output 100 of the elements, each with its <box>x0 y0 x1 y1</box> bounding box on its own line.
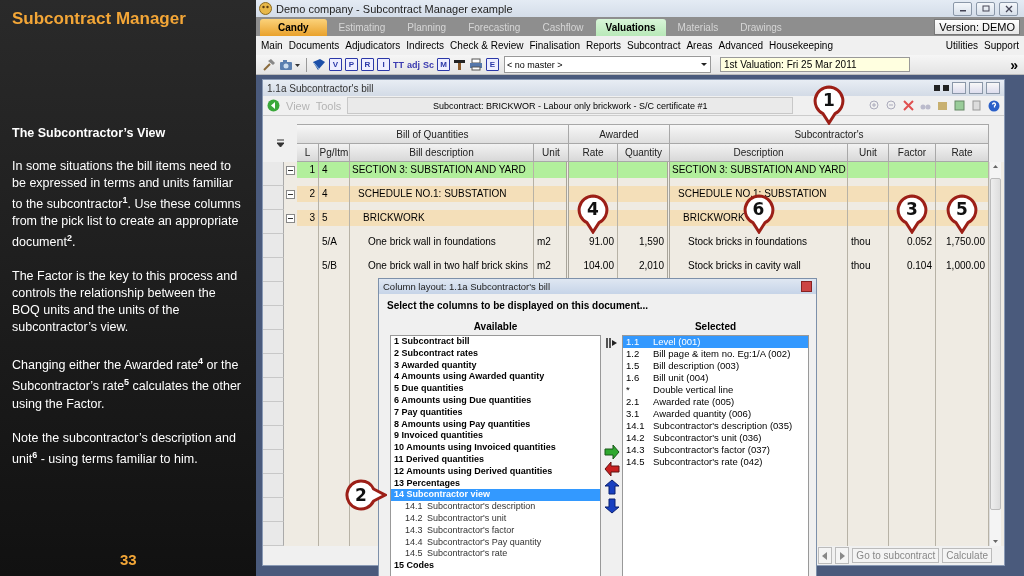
list-item[interactable]: 1.2 Bill page & item no. Eg:1/A (002) <box>623 348 808 360</box>
list-item[interactable]: 14.4 Subcontractor's Pay quantity <box>391 536 600 549</box>
maximize-button[interactable] <box>969 82 983 94</box>
menu-item[interactable]: Utilities <box>942 40 981 51</box>
list-item[interactable]: 12 Amounts using Derived quantities <box>391 465 600 478</box>
toolbar-button[interactable]: E <box>486 58 500 71</box>
column-header[interactable]: Rate <box>936 143 989 162</box>
list-item[interactable]: 8 Amounts using Pay quantities <box>391 418 600 431</box>
list-item[interactable]: 5 Due quantities <box>391 383 600 395</box>
next-button[interactable] <box>835 547 850 564</box>
toolbar-button[interactable]: R <box>361 58 374 71</box>
menu-item[interactable]: Check & Review <box>447 40 527 51</box>
column-header[interactable]: L <box>297 143 319 162</box>
menu-item[interactable]: Support <box>980 40 1022 51</box>
version-button[interactable]: Version: DEMO <box>934 19 1020 35</box>
list-item[interactable]: 10 Amounts using Invoiced quantities <box>391 442 600 454</box>
zoom-in-icon[interactable] <box>869 100 880 111</box>
menu-item[interactable]: Finalisation <box>526 40 584 51</box>
list-item[interactable]: 14.1 Subcontractor's description <box>391 501 600 513</box>
grid-icon[interactable] <box>954 100 965 111</box>
toolbar-button[interactable]: M <box>437 58 451 71</box>
menu-item[interactable]: Reports <box>583 40 625 51</box>
row-header[interactable] <box>263 498 284 522</box>
menu-item[interactable]: Advanced <box>715 40 767 51</box>
list-item[interactable]: 4 Amounts using Awarded quantity <box>391 371 600 384</box>
column-header[interactable]: Unit <box>848 143 889 162</box>
list-item[interactable]: 14.3 Subcontractor's factor <box>391 524 600 537</box>
list-item[interactable]: 1 Subcontract bill <box>391 336 600 348</box>
column-header[interactable]: Description <box>670 143 848 162</box>
row-header[interactable] <box>263 258 284 282</box>
column-header[interactable]: Bill description <box>350 143 534 162</box>
module-tab[interactable]: Candy <box>260 19 327 36</box>
column-header[interactable]: Rate <box>569 143 618 162</box>
list-item[interactable]: 3.1 Awarded quantity (006) <box>623 408 808 420</box>
valuation-field[interactable]: 1st Valuation: Fri 25 Mar 2011 <box>720 57 911 72</box>
row-header[interactable] <box>263 450 284 474</box>
up-arrow-icon[interactable] <box>604 479 619 495</box>
left-arrow-icon[interactable] <box>603 462 620 476</box>
row-header[interactable] <box>263 330 284 354</box>
list-item[interactable]: 1.6 Bill unit (004) <box>623 372 808 384</box>
list-item[interactable]: 1.5 Bill description (003) <box>623 360 808 372</box>
menu-item[interactable]: Adjudicators <box>342 40 404 51</box>
list-item[interactable]: 14.5 Subcontractor's rate (042) <box>623 456 808 468</box>
list-item[interactable]: 2.1 Awarded rate (005) <box>623 396 808 408</box>
menu-item[interactable]: Areas <box>683 40 716 51</box>
collapse-icon[interactable] <box>286 190 295 199</box>
list-item[interactable]: 14.2 Subcontractor's unit <box>391 512 600 525</box>
list-item[interactable]: 14.5 Subcontractor's rate <box>391 548 600 561</box>
list-item[interactable]: 9 Invoiced quantities <box>391 430 600 443</box>
help-icon[interactable] <box>988 99 1000 112</box>
toolbar-button[interactable]: P <box>345 58 358 71</box>
collapse-icon[interactable] <box>286 214 295 223</box>
toolbar-button[interactable]: TT <box>393 59 404 70</box>
list-item[interactable]: * Double vertical line <box>623 384 808 396</box>
toolbar-button[interactable]: V <box>329 58 342 71</box>
zoom-out-icon[interactable] <box>886 100 897 111</box>
camera-icon[interactable] <box>279 58 301 71</box>
list-item[interactable]: 11 Derived quantities <box>391 453 600 466</box>
scroll-up-icon[interactable] <box>992 162 999 170</box>
vertical-scrollbar[interactable] <box>989 162 1001 546</box>
row-header[interactable] <box>263 522 284 546</box>
scrollbar-thumb[interactable] <box>990 178 1001 510</box>
menu-item[interactable]: Housekeeping <box>766 40 836 51</box>
list-item[interactable]: 13 Percentages <box>391 477 600 490</box>
menu-item[interactable]: Main <box>258 40 286 51</box>
row-header[interactable] <box>263 354 284 378</box>
collapse-all-icon[interactable] <box>276 138 284 148</box>
toolbar-button[interactable]: I <box>377 58 390 71</box>
list-item[interactable]: 14.3 Subcontractor's factor (037) <box>623 444 808 456</box>
column-header[interactable]: Quantity <box>618 143 670 162</box>
down-arrow-icon[interactable] <box>604 498 619 514</box>
close-button[interactable] <box>999 1 1018 16</box>
toolbar-button[interactable]: adj <box>407 59 420 70</box>
list-item[interactable]: 7 Pay quantities <box>391 406 600 419</box>
column-header[interactable]: Pg/Itm <box>319 143 350 162</box>
list-item[interactable]: 2 Subcontract rates <box>391 347 600 360</box>
scroll-down-icon[interactable] <box>992 538 999 546</box>
row-header[interactable] <box>263 282 284 306</box>
column-header[interactable]: Unit <box>534 143 569 162</box>
minimize-button[interactable] <box>953 1 972 16</box>
printer-icon[interactable] <box>469 58 484 71</box>
master-dropdown[interactable]: < no master > <box>504 56 712 73</box>
delete-icon[interactable] <box>903 100 914 111</box>
row-header[interactable] <box>263 402 284 426</box>
menu-item[interactable]: Subcontract <box>624 40 684 51</box>
row-header[interactable] <box>263 234 284 258</box>
row-header[interactable] <box>263 474 284 498</box>
right-arrow-icon[interactable] <box>603 445 620 459</box>
list-item[interactable]: 14.2 Subcontractor's unit (036) <box>623 432 808 444</box>
column-header[interactable]: Factor <box>889 143 936 162</box>
add-separator-icon[interactable] <box>605 337 618 349</box>
list-item[interactable]: 6 Amounts using Due quantities <box>391 395 600 407</box>
list-item[interactable]: 15 Codes <box>391 560 600 572</box>
row-header[interactable] <box>263 306 284 330</box>
previous-button[interactable] <box>818 547 833 564</box>
menu-item[interactable]: Indirects <box>403 40 448 51</box>
overflow-button[interactable]: » <box>1010 56 1018 73</box>
list-item[interactable]: 14.1 Subcontractor's description (035) <box>623 420 808 432</box>
row-header[interactable] <box>263 378 284 402</box>
minimize-button[interactable] <box>952 82 966 94</box>
